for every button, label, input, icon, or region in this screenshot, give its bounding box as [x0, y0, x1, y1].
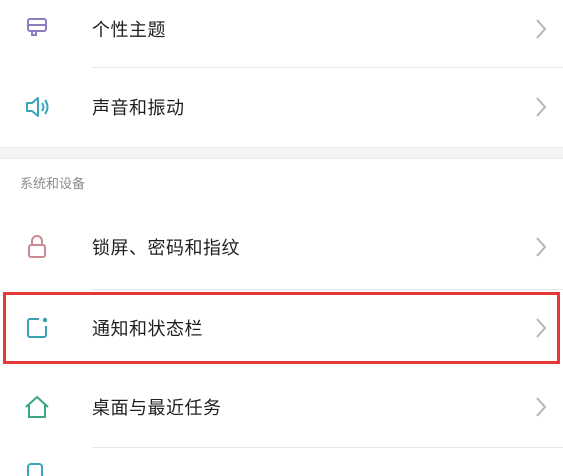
chevron-right-icon	[536, 397, 547, 417]
chevron-right-icon	[536, 237, 547, 257]
theme-icon	[24, 16, 50, 42]
section-gap	[0, 147, 563, 159]
chevron-right-icon	[536, 97, 547, 117]
settings-item-notifications[interactable]: 通知和状态栏	[0, 289, 563, 367]
chevron-right-icon	[536, 19, 547, 39]
settings-item-sound[interactable]: 声音和振动	[0, 68, 563, 146]
section-title: 系统和设备	[20, 177, 86, 192]
settings-item-label: 锁屏、密码和指纹	[92, 238, 240, 259]
settings-item-label: 桌面与最近任务	[92, 398, 222, 419]
settings-item-home[interactable]: 桌面与最近任务	[0, 368, 563, 446]
settings-item-theme[interactable]: 个性主题	[0, 0, 563, 68]
divider	[92, 447, 563, 448]
partial-icon	[26, 462, 44, 476]
chevron-right-icon	[536, 318, 547, 338]
settings-item-label: 通知和状态栏	[92, 319, 203, 340]
settings-item-label: 个性主题	[92, 20, 166, 41]
speaker-icon	[24, 94, 50, 120]
settings-item-lock[interactable]: 锁屏、密码和指纹	[0, 208, 563, 286]
settings-item-label: 声音和振动	[92, 98, 185, 119]
notification-icon	[24, 315, 50, 341]
lock-icon	[24, 234, 50, 260]
home-icon	[24, 394, 50, 420]
